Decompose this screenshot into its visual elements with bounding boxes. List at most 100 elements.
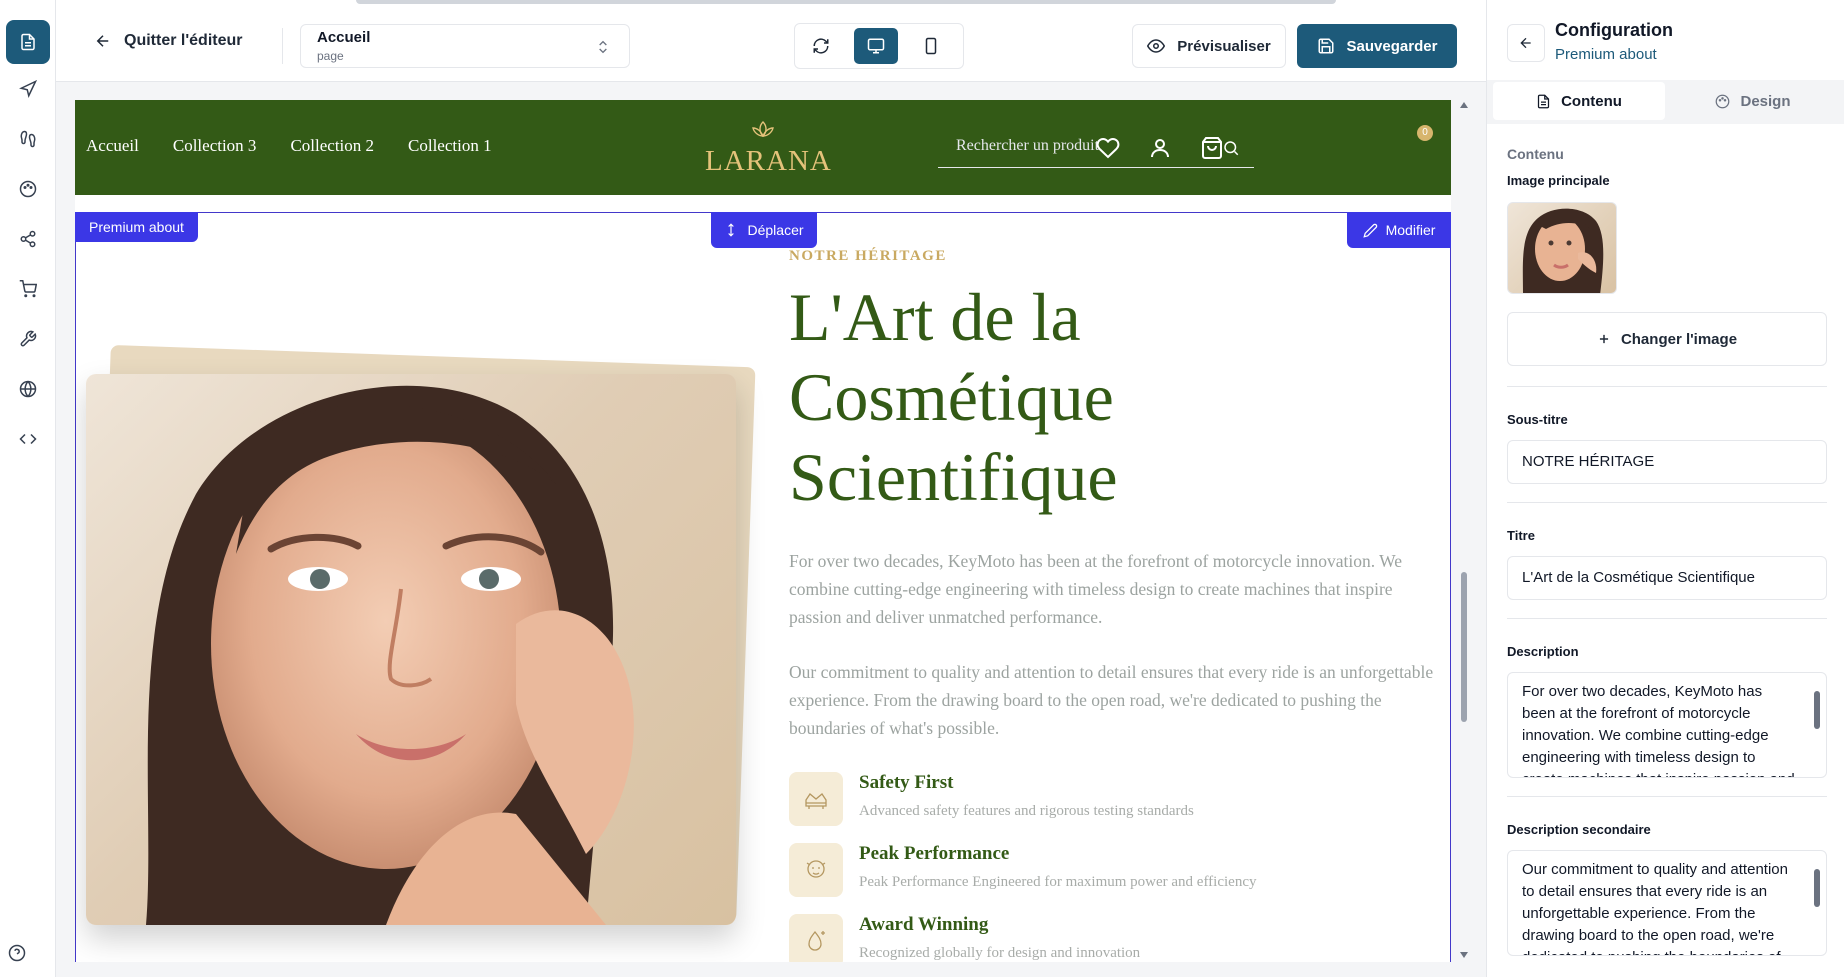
nav-link-home[interactable]: Accueil [86,136,139,156]
about-content: NOTRE HÉRITAGE L'Art de la Cosmétique Sc… [789,242,1439,962]
logo-text: LARANA [705,145,832,177]
section-title: L'Art de la Cosmétique Scientifique [789,279,1118,515]
description-textarea[interactable]: For over two decades, KeyMoto has been a… [1507,672,1827,778]
help-circle-icon[interactable] [8,944,26,967]
tab-content-label: Contenu [1561,92,1622,110]
palette-icon[interactable] [6,167,50,211]
page-select-subtitle: page [317,49,344,63]
desktop-icon [867,38,885,54]
quit-editor-label: Quitter l'éditeur [124,32,243,49]
share-icon[interactable] [6,217,50,261]
mobile-view-button[interactable] [909,28,953,64]
woman-portrait-thumbnail [1522,208,1604,293]
lotus-icon [752,121,774,137]
cart-icon[interactable] [6,267,50,311]
save-icon [1318,38,1334,54]
subtitle-input[interactable]: NOTRE HÉRITAGE [1507,440,1827,484]
tab-design[interactable]: Design [1667,82,1839,120]
save-label: Sauvegarder [1346,37,1438,55]
code-icon[interactable] [6,417,50,461]
title-input[interactable]: L'Art de la Cosmétique Scientifique [1507,556,1827,600]
textarea-scrollbar[interactable] [1812,855,1822,951]
secondary-description-field-label: Description secondaire [1507,822,1651,837]
edit-label: Modifier [1385,222,1436,238]
divider [1507,386,1827,387]
scroll-up-arrow[interactable] [1460,102,1468,108]
feature-item: Peak Performance Peak Performance Engine… [789,843,1439,914]
nav-link-collection-3[interactable]: Collection 3 [173,136,257,156]
desktop-view-button[interactable] [854,28,898,64]
textarea-scroll-thumb[interactable] [1814,691,1820,729]
description-field-label: Description [1507,644,1579,659]
feature-title: Peak Performance [859,843,1010,864]
feature-title: Award Winning [859,914,989,935]
move-vertical-icon [728,223,735,237]
description-textarea-value: For over two decades, KeyMoto has been a… [1522,683,1795,777]
panel-title: Configuration [1555,20,1673,40]
feature-description: Peak Performance Engineered for maximum … [859,874,1257,890]
panel-back-button[interactable] [1507,24,1545,62]
subtitle-field-label: Sous-titre [1507,412,1568,427]
arrow-left-icon [1520,37,1531,49]
footprints-icon[interactable] [6,117,50,161]
canvas-scroll-thumb[interactable] [1461,572,1467,722]
woman-portrait-image [146,385,634,925]
plus-icon [1599,334,1609,344]
divider [1507,796,1827,797]
section-subtitle: NOTRE HÉRITAGE [789,248,947,264]
configuration-panel: Configuration Premium about Contenu Desi… [1486,0,1844,977]
wrench-icon[interactable] [6,317,50,361]
browser-scroll-indicator [356,0,1336,4]
feature-list: Safety First Advanced safety features an… [789,772,1439,962]
textarea-scroll-thumb[interactable] [1814,869,1820,907]
preview-button[interactable]: Prévisualiser [1132,24,1286,68]
site-logo[interactable]: LARANA [705,120,832,178]
quit-editor-button[interactable]: Quitter l'éditeur [94,32,242,50]
page-select[interactable]: Accueil page [300,24,630,68]
secondary-description-textarea[interactable]: Our commitment to quality and attention … [1507,850,1827,956]
device-toggle-group [794,23,964,69]
site-preview: Accueil Collection 3 Collection 2 Collec… [75,100,1451,962]
save-button[interactable]: Sauvegarder [1297,24,1457,68]
face-icon [789,843,843,897]
feature-item: Safety First Advanced safety features an… [789,772,1439,843]
globe-icon[interactable] [6,367,50,411]
feature-item: Award Winning Recognized globally for de… [789,914,1439,962]
send-icon[interactable] [6,67,50,111]
search-icon[interactable] [1222,139,1240,157]
panel-subtitle: Premium about [1555,46,1657,63]
document-icon [1537,94,1550,108]
refresh-button[interactable] [799,28,843,64]
main-image-label: Image principale [1507,173,1610,188]
canvas-scrollbar[interactable] [1457,100,1471,962]
chevron-up-down-icon [599,40,607,54]
eye-icon [1147,39,1166,53]
heart-icon[interactable] [1096,136,1120,160]
nav-link-collection-2[interactable]: Collection 2 [290,136,374,156]
nav-links: Accueil Collection 3 Collection 2 Collec… [86,136,492,156]
section-name-tag: Premium about [75,212,198,242]
textarea-scrollbar[interactable] [1812,677,1822,773]
feature-description: Advanced safety features and rigorous te… [859,803,1194,819]
change-image-label: Changer l'image [1620,330,1738,348]
refresh-icon [813,38,829,54]
divider [1507,618,1827,619]
tab-content[interactable]: Contenu [1493,82,1665,120]
shopping-bag-icon[interactable] [1200,136,1224,160]
scroll-down-arrow[interactable] [1460,952,1468,958]
hero-image [86,374,736,925]
mobile-icon [925,37,937,55]
content-section-label: Contenu [1507,146,1564,162]
divider [1507,502,1827,503]
editor-canvas: Accueil Collection 3 Collection 2 Collec… [56,82,1486,977]
change-image-button[interactable]: Changer l'image [1507,312,1827,366]
user-icon[interactable] [1148,136,1172,160]
cart-count-badge: 0 [1417,125,1433,141]
move-label: Déplacer [747,222,804,238]
main-image-thumbnail[interactable] [1507,202,1617,294]
secondary-description-textarea-value: Our commitment to quality and attention … [1522,861,1788,955]
palette-icon [1716,94,1730,108]
pages-icon[interactable] [6,20,50,64]
pencil-icon [1362,223,1377,238]
nav-link-collection-1[interactable]: Collection 1 [408,136,492,156]
